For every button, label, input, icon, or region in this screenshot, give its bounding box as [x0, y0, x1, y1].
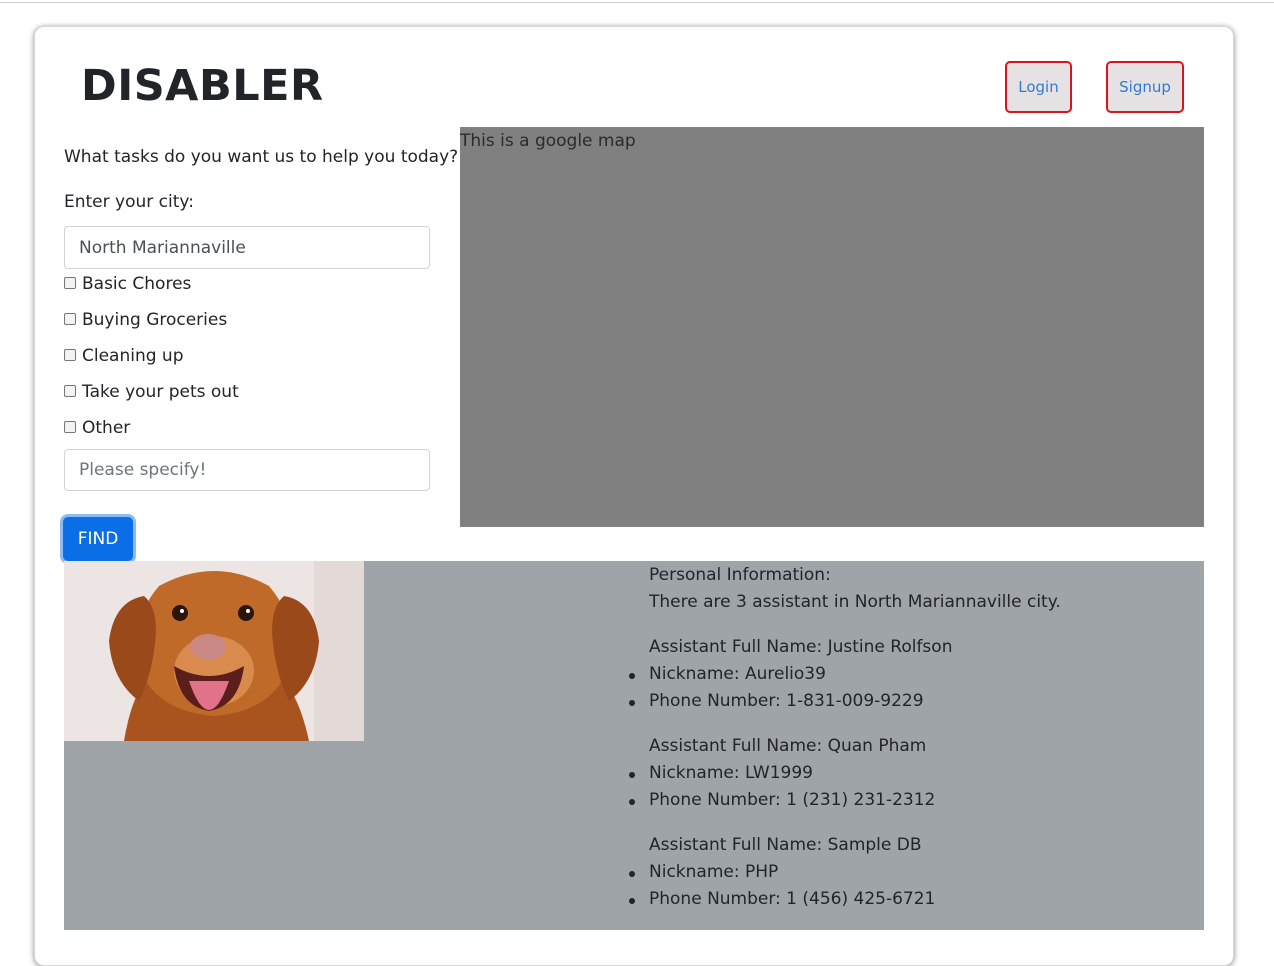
checkbox[interactable] [64, 421, 76, 433]
assistant-nickname: Nickname: Aurelio39 [649, 664, 826, 684]
task-option-other[interactable]: Other [64, 418, 130, 438]
window-top-border [0, 2, 1274, 3]
dog-illustration [64, 561, 364, 741]
checkbox[interactable] [64, 313, 76, 325]
assistant-full-name: Assistant Full Name: Quan Pham [649, 736, 927, 756]
bullet [629, 898, 635, 904]
assistant-full-name: Assistant Full Name: Sample DB [649, 835, 922, 855]
bullet [629, 871, 635, 877]
results-panel: Personal Information: There are 3 assist… [64, 561, 1204, 930]
city-input[interactable]: North Mariannaville [64, 226, 430, 269]
info-heading: Personal Information: [649, 565, 831, 585]
list-item: Nickname: LW1999 [629, 763, 813, 783]
assistant-nickname: Nickname: LW1999 [649, 763, 813, 783]
task-label: Cleaning up [82, 346, 184, 366]
brand-title: DISABLER [81, 61, 324, 111]
list-item: Nickname: Aurelio39 [629, 664, 826, 684]
find-button[interactable]: FIND [63, 517, 133, 561]
google-map-placeholder[interactable]: This is a google map [460, 127, 1204, 527]
task-label: Buying Groceries [82, 310, 228, 330]
checkbox[interactable] [64, 385, 76, 397]
bullet [629, 700, 635, 706]
city-label: Enter your city: [64, 192, 194, 212]
task-option-cleaning-up[interactable]: Cleaning up [64, 346, 184, 366]
list-item: Phone Number: 1 (456) 425-6721 [629, 889, 936, 909]
bullet [629, 673, 635, 679]
task-option-basic-chores[interactable]: Basic Chores [64, 274, 191, 294]
signup-button[interactable]: Signup [1106, 61, 1184, 113]
list-item: Nickname: PHP [629, 862, 779, 882]
assistant-nickname: Nickname: PHP [649, 862, 779, 882]
task-option-pets[interactable]: Take your pets out [64, 382, 239, 402]
map-text: This is a google map [460, 131, 636, 151]
tasks-question: What tasks do you want us to help you to… [64, 147, 459, 167]
login-button[interactable]: Login [1005, 61, 1072, 113]
dog-photo [64, 561, 364, 741]
specify-input[interactable]: Please specify! [64, 449, 430, 491]
assistant-phone: Phone Number: 1 (456) 425-6721 [649, 889, 936, 909]
assistant-phone: Phone Number: 1 (231) 231-2312 [649, 790, 936, 810]
list-item: Phone Number: 1 (231) 231-2312 [629, 790, 936, 810]
assistant-phone: Phone Number: 1-831-009-9229 [649, 691, 924, 711]
task-label: Take your pets out [82, 382, 239, 402]
assistant-count: There are 3 assistant in North Mariannav… [649, 592, 1061, 612]
bullet [629, 772, 635, 778]
assistant-full-name: Assistant Full Name: Justine Rolfson [649, 637, 953, 657]
bullet [629, 799, 635, 805]
task-option-buying-groceries[interactable]: Buying Groceries [64, 310, 227, 330]
task-label: Other [82, 418, 131, 438]
list-item: Phone Number: 1-831-009-9229 [629, 691, 924, 711]
checkbox[interactable] [64, 349, 76, 361]
task-label: Basic Chores [82, 274, 192, 294]
checkbox[interactable] [64, 277, 76, 289]
